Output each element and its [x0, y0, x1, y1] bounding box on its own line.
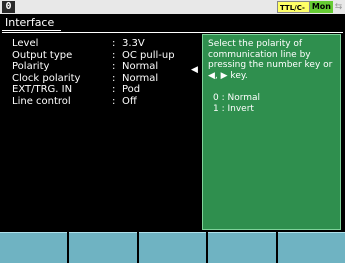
setting-label: Level [12, 38, 39, 49]
setting-value: Pod [122, 84, 141, 96]
softkey-3[interactable] [138, 232, 207, 263]
title-divider [2, 32, 343, 33]
setting-value: Normal [122, 72, 159, 84]
setting-ext-trg-in[interactable]: EXT/TRG. IN : Pod [12, 84, 175, 96]
setting-value: Off [122, 95, 137, 107]
settings-list: Level : 3.3V Output type : OC pull-up Po… [12, 38, 175, 108]
separator: : [112, 38, 116, 49]
monitor-badge: Mon [309, 1, 333, 13]
help-option: 0 : Normal [213, 93, 261, 103]
help-panel: Select the polarity of communication lin… [202, 34, 341, 230]
softkey-4[interactable] [208, 232, 276, 263]
setting-label: Output type [12, 49, 73, 61]
help-text: Select the polarity of communication lin… [208, 39, 333, 81]
network-icon: ⇆ [334, 2, 343, 12]
setting-level[interactable]: Level : 3.3V [12, 38, 175, 50]
separator: : [112, 95, 116, 107]
separator: : [112, 61, 116, 73]
status-bar: 0 TTL/C-MOS Mon ⇆ [0, 0, 345, 24]
setting-polarity[interactable]: Polarity : Normal [12, 61, 175, 73]
logic-mode-badge: TTL/C-MOS [277, 1, 310, 24]
softkey-2[interactable] [69, 232, 137, 263]
channel-indicator: 0 [2, 1, 15, 13]
pointer-icon: ◀ [191, 65, 198, 75]
setting-value: OC pull-up [122, 49, 175, 61]
softkey-5[interactable] [277, 232, 345, 263]
help-options: 0 : Normal 1 : Invert [213, 93, 260, 114]
mode-indicator: TTL/C-MOS Mon [277, 1, 333, 24]
setting-label: Line control [12, 95, 71, 107]
setting-label: Clock polarity [12, 72, 81, 84]
setting-clock-polarity[interactable]: Clock polarity : Normal [12, 73, 175, 85]
setting-label: Polarity [12, 61, 50, 73]
separator: : [112, 84, 116, 96]
softkey-bar [0, 232, 345, 263]
setting-value: Normal [122, 61, 159, 73]
page-title: Interface [5, 16, 55, 29]
setting-value: 3.3V [122, 38, 145, 49]
separator: : [112, 72, 116, 84]
setting-label: EXT/TRG. IN [12, 84, 73, 96]
title-underline [2, 30, 61, 31]
setting-output-type[interactable]: Output type : OC pull-up [12, 50, 175, 62]
setting-line-control[interactable]: Line control : Off [12, 96, 175, 108]
softkey-1[interactable] [0, 232, 68, 263]
separator: : [112, 49, 116, 61]
help-option: 1 : Invert [213, 103, 254, 114]
